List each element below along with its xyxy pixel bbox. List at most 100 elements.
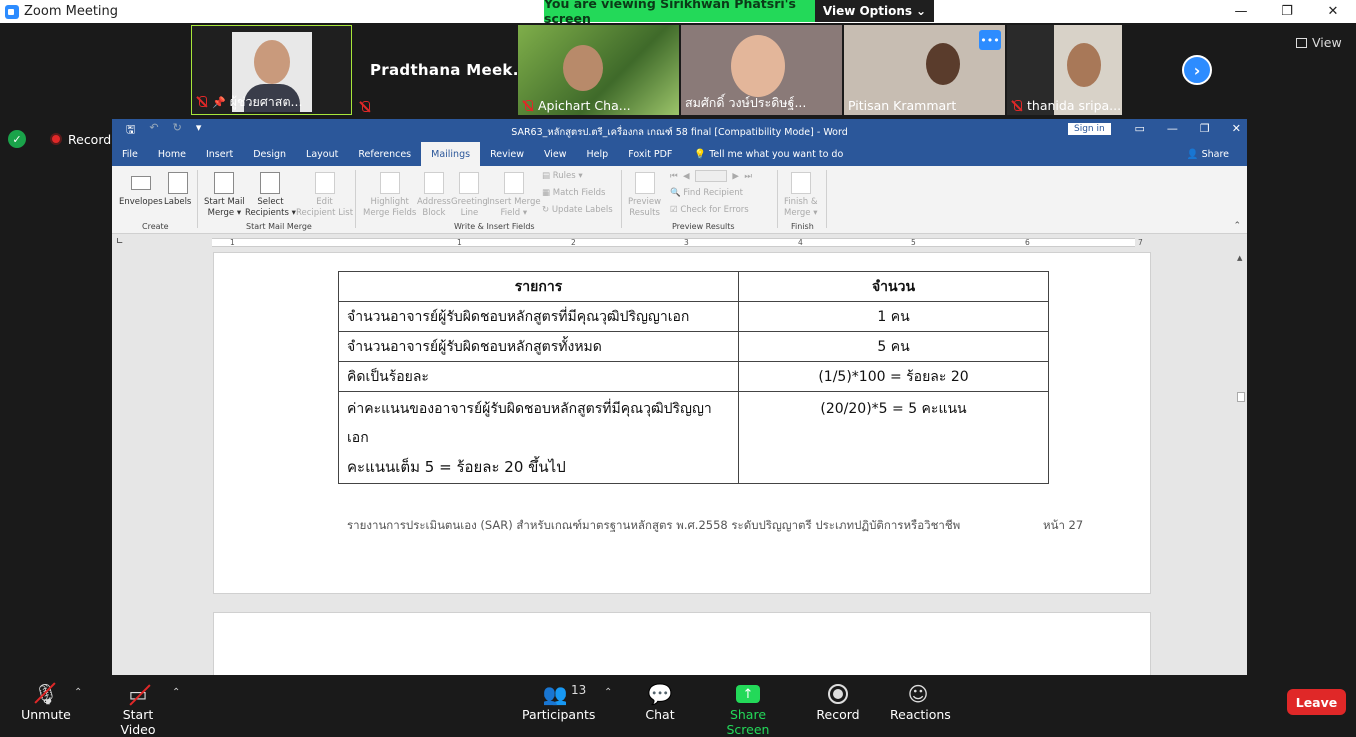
- view-button[interactable]: View: [1296, 35, 1342, 50]
- tab-references[interactable]: References: [348, 142, 421, 166]
- next-page-arrow-icon[interactable]: ›: [1182, 55, 1212, 85]
- window-controls: — ❐ ✕: [1218, 0, 1356, 23]
- cell-line: ค่าคะแนนของอาจารย์ผู้รับผิดชอบหลักสูตรที…: [347, 401, 712, 446]
- collapse-ribbon-icon[interactable]: ⌃: [1233, 221, 1241, 231]
- video-off-icon: ▭: [104, 681, 172, 707]
- tab-design[interactable]: Design: [243, 142, 296, 166]
- check-errors-button[interactable]: ☑ Check for Errors: [670, 205, 749, 215]
- participant-name: [359, 101, 371, 113]
- group-start-mail-merge-label: Start Mail Merge: [246, 222, 312, 231]
- tab-insert[interactable]: Insert: [196, 142, 243, 166]
- chevron-up-icon[interactable]: ⌃: [172, 687, 180, 698]
- minimize-button[interactable]: —: [1218, 0, 1264, 23]
- rules-button[interactable]: ▤ Rules ▾: [542, 171, 583, 181]
- share-button[interactable]: 👤 Share: [1187, 149, 1229, 160]
- tab-help[interactable]: Help: [577, 142, 619, 166]
- start-mail-merge-button[interactable]: Start Mail Merge ▾: [204, 172, 245, 219]
- word-maximize-button[interactable]: ❐: [1200, 122, 1210, 135]
- group-create-label: Create: [142, 222, 169, 231]
- table-row: จำนวนอาจารย์ผู้รับผิดชอบหลักสูตรทั้งหมด …: [338, 331, 1049, 362]
- tab-layout[interactable]: Layout: [296, 142, 348, 166]
- leave-button[interactable]: Leave: [1287, 689, 1346, 715]
- reactions-icon: ☺: [907, 682, 929, 706]
- tab-file[interactable]: File: [112, 142, 148, 166]
- find-recipient-button[interactable]: 🔍 Find Recipient: [670, 188, 743, 198]
- scrollbar-thumb[interactable]: [1237, 392, 1245, 402]
- cell-line: คะแนนเต็ม 5 = ร้อยละ 20 ขึ้นไป: [347, 458, 566, 476]
- chat-icon: 💬: [647, 682, 673, 706]
- participant-tile[interactable]: 📌 ผู้ช่วยศาสต...: [191, 25, 352, 115]
- participant-name: Pitisan Krammart: [848, 98, 957, 113]
- chevron-up-icon[interactable]: ⌃: [74, 687, 82, 698]
- record-navigation[interactable]: ⏮ ◀ ▶ ⏭: [670, 170, 752, 182]
- address-block-button[interactable]: Address Block: [417, 172, 451, 219]
- table-cell: (20/20)*5 = 5 คะแนน: [738, 391, 1049, 484]
- vertical-scrollbar[interactable]: ▲: [1235, 252, 1247, 675]
- participant-tile[interactable]: ••• Pitisan Krammart: [844, 25, 1005, 115]
- group-finish-label: Finish: [791, 222, 814, 231]
- participant-name: thanida sripa...: [1011, 98, 1121, 113]
- participant-tile[interactable]: thanida sripa...: [1007, 25, 1122, 115]
- highlight-merge-fields-button[interactable]: Highlight Merge Fields: [363, 172, 416, 219]
- participant-name: สมศักดิ์ วงษ์ประดิษฐ์...: [685, 95, 807, 110]
- chat-button[interactable]: 💬 Chat: [644, 681, 676, 722]
- ribbon-display-icon[interactable]: ▭: [1135, 122, 1145, 135]
- record-button[interactable]: Record: [816, 681, 860, 722]
- finish-merge-button[interactable]: Finish & Merge ▾: [784, 172, 818, 219]
- select-recipients-button[interactable]: Select Recipients ▾: [245, 172, 296, 219]
- more-options-button[interactable]: •••: [979, 30, 1001, 50]
- view-options-label: View Options: [822, 4, 913, 18]
- tab-view[interactable]: View: [534, 142, 577, 166]
- sign-in-button[interactable]: Sign in: [1068, 123, 1111, 135]
- document-page[interactable]: รายการ จำนวน จำนวนอาจารย์ผู้รับผิดชอบหลั…: [213, 252, 1151, 594]
- table-header: รายการ: [338, 271, 739, 302]
- page-number: หน้า 27: [1043, 518, 1084, 532]
- viewing-screen-banner: You are viewing Sirikhwan Phatsri's scre…: [544, 0, 815, 26]
- tab-foxit-pdf[interactable]: Foxit PDF: [618, 142, 682, 166]
- window-title: Zoom Meeting: [24, 4, 119, 19]
- page-footer: รายงานการประเมินตนเอง (SAR) สำหรับเกณฑ์ม…: [347, 518, 961, 532]
- participant-name: Apichart Cha...: [522, 98, 631, 113]
- tab-mailings[interactable]: Mailings: [421, 142, 481, 166]
- table-cell: จำนวนอาจารย์ผู้รับผิดชอบหลักสูตรที่มีคุณ…: [338, 301, 739, 332]
- table-row: ค่าคะแนนของอาจารย์ผู้รับผิดชอบหลักสูตรที…: [338, 391, 1049, 484]
- share-screen-button[interactable]: ↑ Share Screen: [712, 681, 784, 737]
- insert-merge-field-button[interactable]: Insert Merge Field ▾: [487, 172, 541, 219]
- tab-stop-icon[interactable]: ∟: [116, 237, 124, 247]
- highlight-icon: [379, 172, 400, 194]
- ribbon-divider: [621, 170, 622, 228]
- greeting-line-button[interactable]: Greeting Line: [451, 172, 488, 219]
- preview-results-button[interactable]: Preview Results: [628, 172, 661, 219]
- table-row: จำนวนอาจารย์ผู้รับผิดชอบหลักสูตรที่มีคุณ…: [338, 301, 1049, 332]
- word-minimize-button[interactable]: —: [1167, 122, 1178, 135]
- mic-muted-icon: [1011, 99, 1023, 112]
- table-cell: 1 คน: [738, 301, 1049, 332]
- close-button[interactable]: ✕: [1310, 0, 1356, 23]
- meeting-toolbar: 🎙 Unmute ⌃ ▭ Start Video ⌃ 👥 Participant…: [0, 675, 1356, 737]
- tell-me-box[interactable]: 💡 Tell me what you want to do: [694, 149, 843, 160]
- chevron-up-icon[interactable]: ⌃: [604, 687, 612, 698]
- labels-button[interactable]: Labels: [164, 172, 191, 208]
- scroll-up-icon[interactable]: ▲: [1237, 254, 1242, 262]
- start-video-button[interactable]: ▭ Start Video: [104, 681, 172, 737]
- participant-tile[interactable]: สมศักดิ์ วงษ์ประดิษฐ์...: [681, 25, 842, 115]
- view-options-button[interactable]: View Options ⌄: [815, 0, 934, 22]
- mic-muted-icon: [196, 96, 208, 108]
- document-page[interactable]: [213, 612, 1151, 675]
- ribbon-tabs: File Home Insert Design Layout Reference…: [112, 142, 1247, 166]
- tab-review[interactable]: Review: [480, 142, 534, 166]
- reactions-button[interactable]: ☺ Reactions: [890, 681, 951, 722]
- edit-recipient-list-button[interactable]: Edit Recipient List: [296, 172, 353, 219]
- update-labels-button[interactable]: ↻ Update Labels: [542, 205, 613, 215]
- match-fields-button[interactable]: ▦ Match Fields: [542, 188, 605, 198]
- maximize-button[interactable]: ❐: [1264, 0, 1310, 23]
- envelopes-button[interactable]: Envelopes: [119, 172, 163, 208]
- horizontal-ruler: ∟ 1 1 2 3 4 5 6 7: [112, 234, 1247, 251]
- mic-muted-icon: 🎙: [33, 682, 59, 706]
- tab-home[interactable]: Home: [148, 142, 196, 166]
- participant-tile[interactable]: Apichart Cha...: [518, 25, 679, 115]
- zoom-logo-icon: [5, 4, 19, 19]
- ribbon-divider: [197, 170, 198, 228]
- unmute-button[interactable]: 🎙 Unmute: [20, 681, 72, 722]
- word-close-button[interactable]: ✕: [1232, 122, 1241, 135]
